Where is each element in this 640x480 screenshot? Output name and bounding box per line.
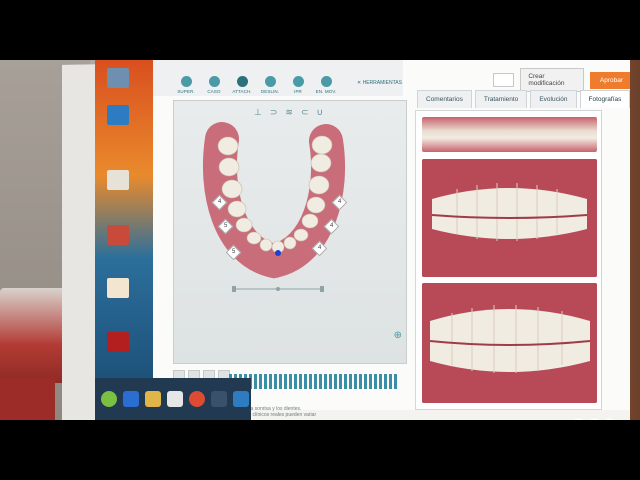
ipr-icon <box>292 76 304 87</box>
3d-arch-viewer[interactable]: ⊥ ⊃ ≋ ⊂ ∪ 4 5 5 4 4 4 ⊕ <box>173 100 407 364</box>
home-icon[interactable] <box>167 391 183 407</box>
letterbox-bottom <box>0 420 640 480</box>
approve-button[interactable]: Aprobar <box>589 71 630 89</box>
desktop-icon[interactable] <box>107 68 129 88</box>
step-ticks-lower[interactable] <box>229 383 399 389</box>
letterbox-top <box>0 0 640 60</box>
clinical-photo[interactable] <box>422 159 597 277</box>
windows-taskbar <box>95 378 251 420</box>
tab-fotografias[interactable]: Fotografías <box>579 90 630 108</box>
selection-marker[interactable] <box>275 250 281 256</box>
dental-arch-model[interactable] <box>174 101 406 363</box>
tool-toolbar: SUPER. CASO ATTACH. DESLIN. IPR EN. MOV. <box>153 60 403 96</box>
tool-super[interactable]: SUPER. <box>175 76 197 94</box>
content-tabs: Comentarios Tratamiento Evolución Fotogr… <box>417 90 630 108</box>
desktop-icon[interactable] <box>107 170 129 190</box>
header-actions: Crear modificación Aprobar <box>493 68 630 92</box>
tools-menu[interactable]: ✕ HERRAMIENTAS <box>357 80 402 86</box>
create-modification-button[interactable]: Crear modificación <box>520 68 584 92</box>
tab-evolucion[interactable]: Evolución <box>530 90 577 108</box>
view-select[interactable] <box>493 73 515 87</box>
photo-scene: SUPER. CASO ATTACH. DESLIN. IPR EN. MOV.… <box>0 60 640 420</box>
app-icon[interactable] <box>211 391 227 407</box>
attach-icon <box>236 76 248 87</box>
wrench-icon: ✕ <box>357 80 362 86</box>
deslin-icon <box>264 76 276 87</box>
movement-icon <box>320 76 332 87</box>
app-icon[interactable] <box>233 391 249 407</box>
tab-comentarios[interactable]: Comentarios <box>417 90 472 108</box>
photo-panel <box>415 110 602 410</box>
case-icon <box>208 76 220 87</box>
background-device <box>0 288 70 383</box>
center-view-icon[interactable]: ⊕ <box>394 330 402 341</box>
tool-attach[interactable]: ATTACH. <box>231 76 253 94</box>
tool-deslin[interactable]: DESLIN. <box>259 76 281 94</box>
desktop-icon[interactable] <box>107 225 129 245</box>
monitor-screen: SUPER. CASO ATTACH. DESLIN. IPR EN. MOV.… <box>95 60 630 420</box>
desktop-icon[interactable] <box>107 278 129 298</box>
clinical-photo[interactable] <box>422 283 597 403</box>
tool-caso[interactable]: CASO <box>203 76 225 94</box>
start-icon[interactable] <box>101 391 117 407</box>
pdf-icon[interactable] <box>107 332 129 352</box>
tool-en-mov[interactable]: EN. MOV. <box>315 76 337 94</box>
windows-desktop <box>95 60 155 390</box>
tool-ipr[interactable]: IPR <box>287 76 309 94</box>
dental-aligner-app: SUPER. CASO ATTACH. DESLIN. IPR EN. MOV.… <box>153 60 630 418</box>
chrome-icon[interactable] <box>189 391 205 407</box>
folder-icon[interactable] <box>145 391 161 407</box>
tab-tratamiento[interactable]: Tratamiento <box>474 90 528 108</box>
clinical-photo[interactable] <box>422 117 597 152</box>
ie-icon[interactable] <box>123 391 139 407</box>
background-device-base <box>0 378 55 420</box>
super-icon <box>180 76 192 87</box>
desktop-icon[interactable] <box>107 105 129 125</box>
